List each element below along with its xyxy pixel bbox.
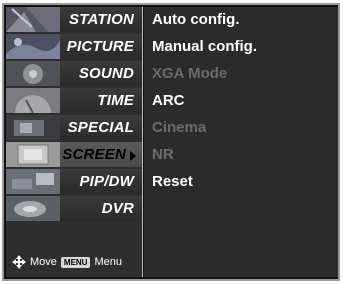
special-thumbnail-icon (6, 115, 60, 140)
menu-item-special[interactable]: SPECIAL (6, 115, 142, 140)
move-label: Move (30, 256, 57, 268)
move-arrows-icon (12, 255, 26, 269)
main-menu-panel: STATION PICTURE SOUND TIME SPECIAL SCREE… (6, 7, 143, 277)
menu-item-sound[interactable]: SOUND (6, 61, 142, 86)
option-xga-mode: XGA Mode (152, 65, 228, 82)
option-cinema: Cinema (152, 119, 207, 136)
dvr-thumbnail-icon (6, 196, 60, 221)
menu-item-pip-dw[interactable]: PIP/DW (6, 169, 142, 194)
menu-label: Menu (94, 256, 122, 268)
station-thumbnail-icon (6, 7, 60, 32)
option-auto-config[interactable]: Auto config. (144, 7, 338, 32)
menu-item-label: SOUND (78, 65, 134, 82)
menu-item-label: SCREEN (62, 146, 126, 163)
navigation-hint: Move MENU Menu (12, 255, 122, 269)
menu-item-label: SPECIAL (67, 119, 134, 136)
menu-item-label: PIP/DW (79, 173, 134, 190)
tv-osd-menu: STATION PICTURE SOUND TIME SPECIAL SCREE… (2, 3, 340, 281)
menu-item-screen[interactable]: SCREEN (6, 142, 142, 167)
menu-item-label: TIME (97, 92, 134, 109)
screen-thumbnail-icon (6, 142, 60, 167)
menu-key-badge: MENU (60, 256, 91, 268)
selected-arrow-icon (130, 151, 136, 161)
option-nr: NR (152, 146, 174, 163)
menu-item-label: STATION (68, 11, 134, 28)
option-manual-config[interactable]: Manual config. (144, 34, 338, 59)
time-thumbnail-icon (6, 88, 60, 113)
menu-item-label: DVR (101, 200, 134, 217)
pip-thumbnail-icon (6, 169, 60, 194)
screen-submenu-panel: Auto config. Manual config. XGA Mode ARC… (144, 7, 338, 277)
menu-item-label: PICTURE (66, 38, 134, 55)
menu-item-dvr[interactable]: DVR (6, 196, 142, 221)
option-reset[interactable]: Reset (144, 169, 338, 194)
menu-item-time[interactable]: TIME (6, 88, 142, 113)
sound-thumbnail-icon (6, 61, 60, 86)
picture-thumbnail-icon (6, 34, 60, 59)
option-arc[interactable]: ARC (144, 88, 338, 113)
menu-item-station[interactable]: STATION (6, 7, 142, 32)
menu-item-picture[interactable]: PICTURE (6, 34, 142, 59)
